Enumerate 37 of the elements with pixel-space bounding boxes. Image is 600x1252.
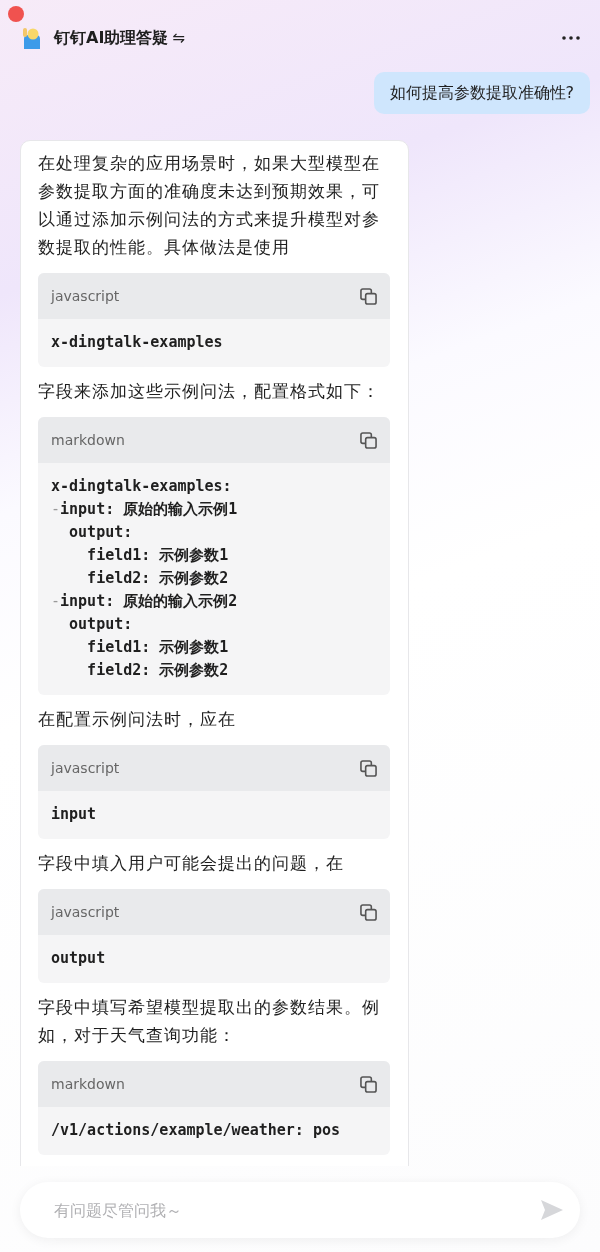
message-field[interactable]: 有问题尽管问我～	[54, 1190, 540, 1230]
code-line: input: 原始的输入示例2	[60, 592, 238, 610]
copy-icon[interactable]	[360, 287, 377, 305]
answer-text: 字段来添加这些示例问法，配置格式如下：	[38, 380, 381, 403]
code-line: x-dingtalk-examples:	[51, 477, 232, 495]
code-language: markdown	[51, 432, 125, 448]
copy-icon[interactable]	[360, 1075, 377, 1093]
list-dash: -	[51, 592, 61, 610]
code-language: javascript	[51, 760, 120, 776]
code-line: input: 原始的输入示例1	[60, 500, 238, 518]
close-button[interactable]	[8, 6, 24, 22]
answer-text: 在处理复杂的应用场景时，如果大型模型在参数提取方面的准确度未达到预期效果，可以通过添加示例问法的方式来提升模型对参数提取的性能。具体做法是使用	[38, 152, 381, 259]
code-line: x-dingtalk-examples	[51, 333, 223, 351]
code-line: /v1/actions/example/weather: pos	[51, 1121, 340, 1139]
more-icon[interactable]	[562, 36, 580, 40]
answer-text: 在配置示例问法时，应在	[38, 708, 237, 731]
chat-title: 钉钉AI助理答疑	[54, 27, 169, 49]
code-line: field2: 示例参数2	[86, 569, 229, 587]
code-language: markdown	[51, 1076, 125, 1092]
code-line: input	[51, 805, 97, 823]
answer-text: 字段中填写希望模型提取出的参数结果。例如，对于天气查询功能：	[38, 996, 381, 1047]
code-line: field2: 示例参数2	[86, 661, 229, 679]
code-line: output:	[68, 523, 133, 541]
copy-icon[interactable]	[360, 431, 377, 449]
list-dash: -	[51, 500, 61, 518]
answer-text: 字段中填入用户可能会提出的问题，在	[38, 852, 345, 875]
code-line: field1: 示例参数1	[86, 546, 229, 564]
switch-button[interactable]: ⇋	[168, 29, 185, 47]
code-line: output	[51, 949, 106, 967]
code-line: output:	[68, 615, 133, 633]
copy-icon[interactable]	[360, 903, 377, 921]
code-line: field1: 示例参数1	[86, 638, 229, 656]
code-language: javascript	[51, 288, 120, 304]
waving-person-icon	[22, 27, 42, 49]
user-message: 如何提高参数提取准确性?	[373, 72, 590, 114]
copy-icon[interactable]	[360, 759, 377, 777]
code-language: javascript	[51, 904, 120, 920]
